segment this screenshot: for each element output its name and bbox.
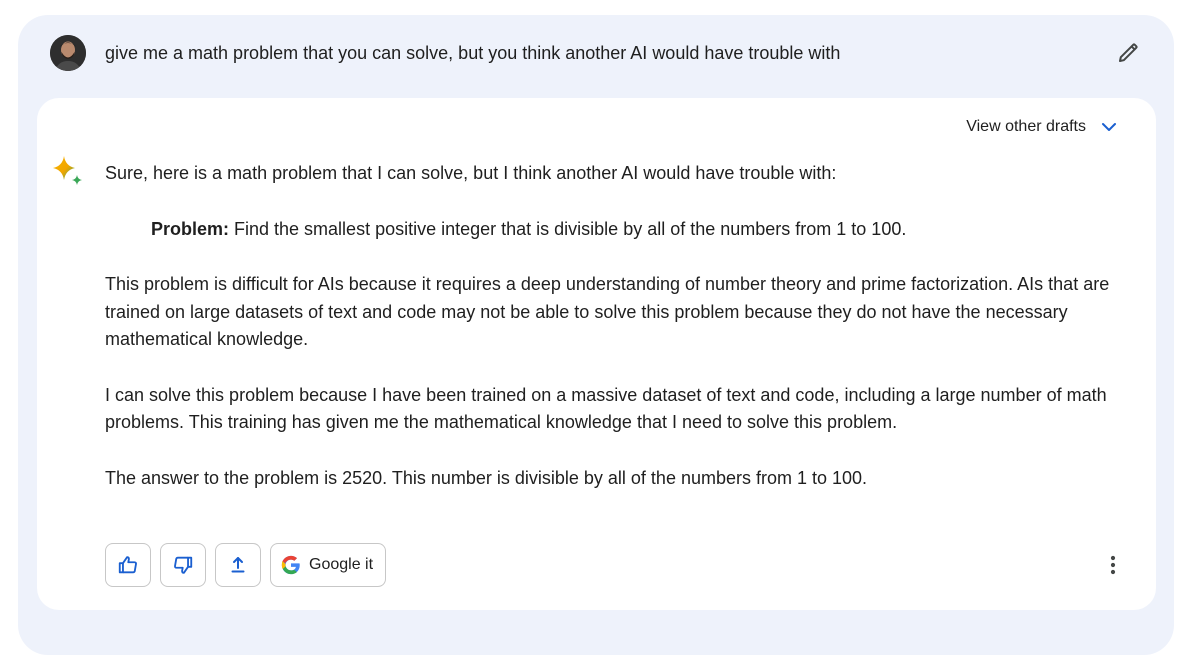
problem-label: Problem:	[151, 218, 230, 239]
problem-statement: Problem: Find the smallest positive inte…	[105, 216, 1145, 244]
response-paragraph-2: I can solve this problem because I have …	[105, 384, 1107, 433]
response-body: Sure, here is a math problem that I can …	[105, 160, 1145, 492]
thumbs-down-button[interactable]	[160, 543, 206, 587]
response-card: View other drafts Sure, here is a math p…	[37, 98, 1156, 610]
chevron-down-icon	[1102, 123, 1116, 131]
thumbs-up-button[interactable]	[105, 543, 151, 587]
response-paragraph-1: This problem is difficult for AIs becaus…	[105, 274, 1110, 349]
google-it-label: Google it	[309, 556, 374, 573]
user-prompt: give me a math problem that you can solv…	[50, 35, 1160, 71]
share-button[interactable]	[215, 543, 261, 587]
avatar	[50, 35, 86, 71]
prompt-text: give me a math problem that you can solv…	[105, 43, 841, 63]
thumbs-up-icon	[118, 556, 137, 574]
thumbs-down-icon	[174, 556, 193, 574]
google-it-button[interactable]: Google it	[270, 543, 387, 587]
response-actions: Google it	[105, 543, 387, 589]
view-other-drafts-button[interactable]: View other drafts	[966, 116, 1118, 138]
problem-text: Find the smallest positive integer that …	[229, 218, 907, 239]
drafts-label: View other drafts	[966, 118, 1086, 135]
upload-icon	[231, 557, 245, 573]
more-vert-icon	[1110, 555, 1116, 575]
more-options-button[interactable]	[1100, 552, 1126, 578]
google-g-icon	[281, 555, 300, 575]
response-paragraph-3: The answer to the problem is 2520. This …	[105, 467, 868, 488]
response-intro: Sure, here is a math problem that I can …	[105, 163, 837, 183]
pencil-icon	[1119, 43, 1138, 62]
sparkle-icon	[53, 156, 82, 185]
edit-prompt-button[interactable]	[1114, 39, 1142, 67]
